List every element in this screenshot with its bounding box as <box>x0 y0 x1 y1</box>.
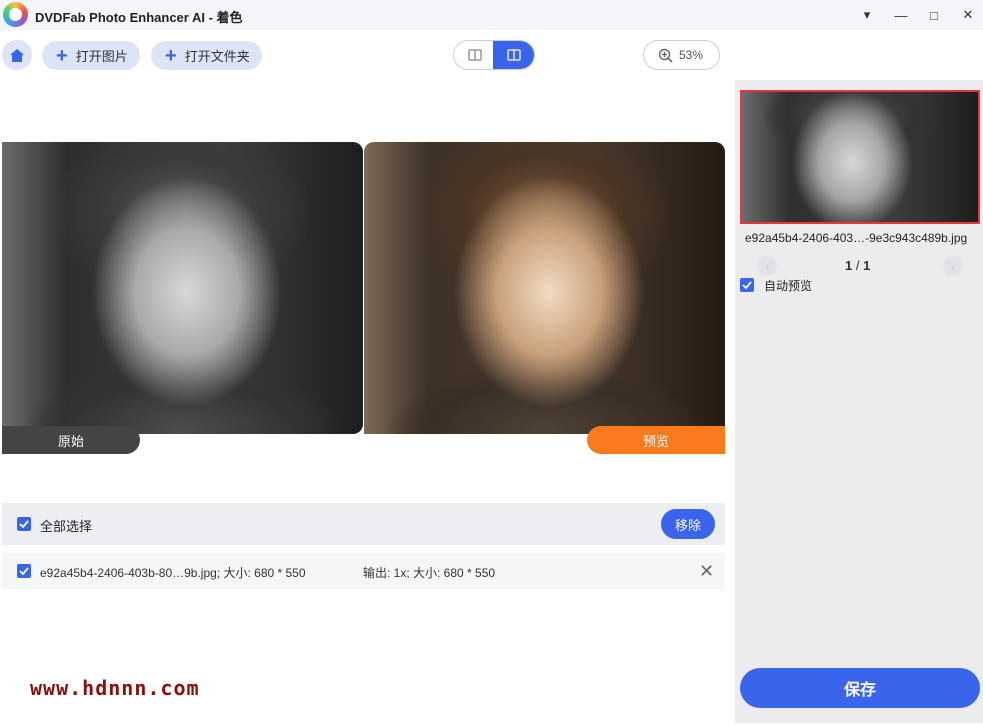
remove-button[interactable]: 移除 <box>661 509 715 539</box>
next-page-button[interactable]: › <box>943 256 963 276</box>
open-folder-label: 打开文件夹 <box>184 49 250 64</box>
open-image-button[interactable]: + 打开图片 <box>42 41 140 70</box>
pager-separator: / <box>852 258 864 273</box>
zoom-icon <box>658 48 673 63</box>
plus-icon: + <box>165 44 177 67</box>
preview-tag: 预览 <box>587 426 725 454</box>
check-icon <box>742 281 752 289</box>
pager-indicator: 1 / 1 <box>845 258 870 273</box>
remove-file-icon[interactable]: ✕ <box>699 561 714 582</box>
app-window: DVDFab Photo Enhancer AI - 着色 ▾ — □ ✕ + … <box>0 0 983 726</box>
auto-preview-label: 自动预览 <box>764 279 813 293</box>
minimize-icon[interactable]: — <box>891 5 911 25</box>
close-window-icon[interactable]: ✕ <box>958 5 978 25</box>
open-folder-button[interactable]: + 打开文件夹 <box>151 41 262 70</box>
watermark: www.hdnnn.com <box>30 676 200 700</box>
select-all-checkbox[interactable] <box>17 517 31 531</box>
thumbnail-filename: e92a45b4-2406-403…-9e3c943c489b.jpg <box>745 231 968 245</box>
original-image <box>2 142 363 434</box>
check-icon <box>19 567 29 575</box>
chevron-left-icon: ‹ <box>764 258 770 274</box>
home-icon <box>10 48 24 62</box>
zoom-control[interactable]: 53% <box>643 40 720 70</box>
select-all-label: 全部选择 <box>40 519 93 534</box>
original-tag: 原始 <box>2 426 140 454</box>
title-bar: DVDFab Photo Enhancer AI - 着色 ▾ — □ ✕ <box>0 0 983 30</box>
split-view-icon <box>506 49 521 61</box>
file-name: e92a45b4-2406-403b-80…9b.jpg; 大小: 680 * … <box>40 566 306 580</box>
chevron-right-icon: › <box>950 258 956 274</box>
maximize-icon[interactable]: □ <box>924 5 944 25</box>
window-title: DVDFab Photo Enhancer AI - 着色 <box>35 10 243 25</box>
file-output: 输出: 1x; 大小: 680 * 550 <box>363 566 496 580</box>
file-row[interactable]: e92a45b4-2406-403b-80…9b.jpg; 大小: 680 * … <box>2 553 725 589</box>
sidebar: e92a45b4-2406-403…-9e3c943c489b.jpg ‹ 1 … <box>735 80 983 723</box>
pager-total: 1 <box>863 258 871 273</box>
file-row-checkbox[interactable] <box>17 564 31 578</box>
prev-page-button[interactable]: ‹ <box>757 256 777 276</box>
auto-preview-checkbox[interactable] <box>740 278 754 292</box>
menu-dropdown-icon[interactable]: ▾ <box>857 5 877 25</box>
single-view-icon <box>467 49 482 61</box>
home-button[interactable] <box>2 40 32 70</box>
view-mode-toggle <box>453 40 535 70</box>
split-view-button[interactable] <box>493 41 534 69</box>
app-logo-icon <box>3 2 28 27</box>
select-bar: 全部选择 移除 <box>2 503 725 545</box>
check-icon <box>19 520 29 528</box>
zoom-level: 53% <box>679 48 704 62</box>
open-image-label: 打开图片 <box>75 49 128 64</box>
save-button[interactable]: 保存 <box>740 668 980 708</box>
thumbnail-image[interactable] <box>740 90 980 224</box>
single-view-button[interactable] <box>454 41 495 69</box>
plus-icon: + <box>56 44 68 67</box>
preview-image <box>364 142 725 434</box>
